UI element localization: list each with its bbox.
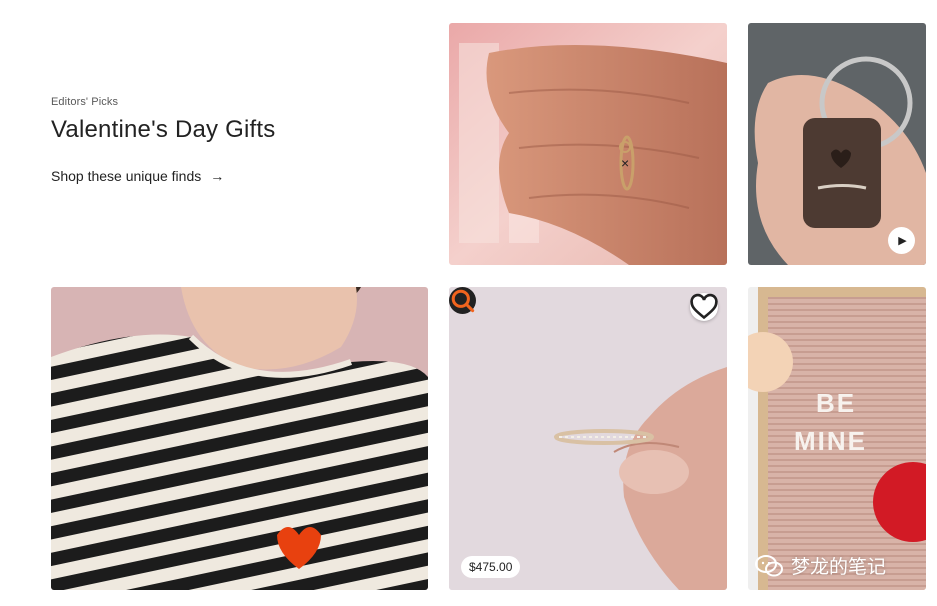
play-icon: ▶ xyxy=(898,235,907,247)
product-tile-diamond-band[interactable]: $475.00 xyxy=(449,287,727,590)
product-tile-leather-keychain[interactable]: ▶ xyxy=(748,23,926,265)
shop-these-unique-finds-link[interactable]: Shop these unique finds → xyxy=(51,168,224,184)
play-video-button[interactable]: ▶ xyxy=(888,227,915,254)
editors-picks-intro: Editors' Picks Valentine's Day Gifts Sho… xyxy=(51,96,421,186)
watermark: 梦龙的笔记 xyxy=(755,552,886,579)
favorite-button[interactable] xyxy=(690,293,718,321)
svg-text:×: × xyxy=(621,155,629,171)
product-tile-heart-pin[interactable] xyxy=(51,287,428,590)
wechat-icon xyxy=(755,554,783,576)
arrow-right-icon: → xyxy=(210,168,225,184)
letter-board-line-2: MINE xyxy=(794,426,867,456)
search-icon xyxy=(451,289,475,313)
section-title: Valentine's Day Gifts xyxy=(51,116,276,143)
letter-board-line-1: BE xyxy=(816,388,856,418)
product-tile-letter-board[interactable]: BE MINE xyxy=(748,287,926,590)
price-badge: $475.00 xyxy=(461,556,521,578)
shop-link-label: Shop these unique finds xyxy=(51,168,202,184)
watermark-text: 梦龙的笔记 xyxy=(791,557,887,578)
product-tile-initial-ring[interactable]: × xyxy=(449,23,727,265)
diamond-band-product-photo xyxy=(449,287,727,590)
heart-pin-product-photo xyxy=(51,287,428,590)
heart-outline-icon xyxy=(690,293,718,320)
section-eyebrow: Editors' Picks xyxy=(51,96,119,108)
visual-search-button[interactable] xyxy=(449,287,476,314)
letter-board-product-photo: BE MINE xyxy=(748,287,926,590)
ring-product-photo: × xyxy=(449,23,727,265)
